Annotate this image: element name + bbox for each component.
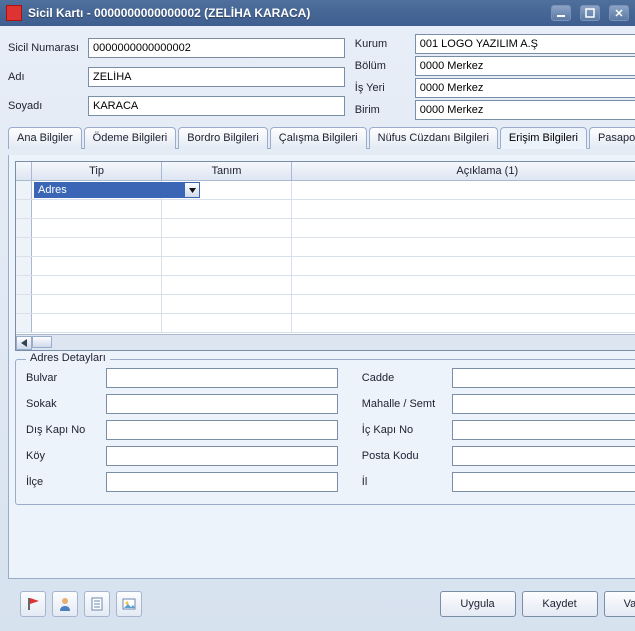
il-label: İl <box>362 476 452 488</box>
picture-button[interactable] <box>116 591 142 617</box>
flag-button[interactable] <box>20 591 46 617</box>
cancel-button[interactable]: Vazgeç <box>604 591 635 617</box>
grid-row[interactable] <box>16 276 635 295</box>
minimize-button[interactable] <box>551 5 571 21</box>
document-button[interactable] <box>84 591 110 617</box>
grid-row[interactable] <box>16 219 635 238</box>
tab-ana-bilgiler[interactable]: Ana Bilgiler <box>8 127 82 149</box>
document-icon <box>89 596 105 612</box>
koy-input[interactable] <box>106 446 338 466</box>
person-button[interactable] <box>52 591 78 617</box>
grid-row[interactable] <box>16 295 635 314</box>
address-right-col: Cadde Mahalle / Semt İç Kapı No Posta Ko… <box>362 368 635 492</box>
sicil-input[interactable] <box>88 38 345 58</box>
grid-row[interactable] <box>16 200 635 219</box>
bolum-label: Bölüm <box>355 60 415 72</box>
sokak-label: Sokak <box>26 398 106 410</box>
fieldset-legend: Adres Detayları <box>26 352 110 364</box>
grid-h-scrollbar[interactable] <box>16 334 635 350</box>
row-header[interactable] <box>16 181 32 199</box>
grid-row[interactable] <box>16 238 635 257</box>
ic-kapi-input[interactable] <box>452 420 635 440</box>
tanim-cell[interactable] <box>162 181 292 199</box>
ic-kapi-label: İç Kapı No <box>362 424 452 436</box>
tab-erisim-bilgileri[interactable]: Erişim Bilgileri <box>500 127 587 149</box>
aciklama-cell[interactable] <box>292 181 635 199</box>
grid-corner <box>16 162 32 180</box>
apply-button[interactable]: Uygula <box>440 591 516 617</box>
cadde-label: Cadde <box>362 372 452 384</box>
chevron-left-icon <box>21 339 27 347</box>
cadde-input[interactable] <box>452 368 635 388</box>
top-form-left: Sicil Numarası Adı Soyadı <box>8 34 345 120</box>
bottom-bar: Uygula Kaydet Vazgeç <box>8 585 635 623</box>
soyadi-label: Soyadı <box>8 100 88 112</box>
tab-odeme-bilgileri[interactable]: Ödeme Bilgileri <box>84 127 177 149</box>
grid-header: Tip Tanım Açıklama (1) <box>16 162 635 181</box>
mahalle-label: Mahalle / Semt <box>362 398 452 410</box>
sokak-input[interactable] <box>106 394 338 414</box>
person-icon <box>57 596 73 612</box>
birim-label: Birim <box>355 104 415 116</box>
ilce-input[interactable] <box>106 472 338 492</box>
tab-calisma-bilgileri[interactable]: Çalışma Bilgileri <box>270 127 367 149</box>
grid-header-tanim[interactable]: Tanım <box>162 162 292 180</box>
grid-header-tip[interactable]: Tip <box>32 162 162 180</box>
posta-label: Posta Kodu <box>362 450 452 462</box>
maximize-button[interactable] <box>580 5 600 21</box>
address-details-fieldset: Adres Detayları Bulvar Sokak Dış Kapı No… <box>15 359 635 505</box>
scroll-left-button[interactable] <box>16 336 32 350</box>
soyadi-input[interactable] <box>88 96 345 116</box>
registry-card-window: Sicil Kartı - 0000000000000002 (ZELİHA K… <box>0 0 635 631</box>
tabs: Ana Bilgiler Ödeme Bilgileri Bordro Bilg… <box>8 126 635 149</box>
mahalle-input[interactable] <box>452 394 635 414</box>
adi-label: Adı <box>8 71 88 83</box>
ilce-label: İlçe <box>26 476 106 488</box>
posta-input[interactable] <box>452 446 635 466</box>
tab-body: Tip Tanım Açıklama (1) <box>8 155 635 579</box>
picture-icon <box>121 596 137 612</box>
contact-grid: Tip Tanım Açıklama (1) <box>15 161 635 351</box>
app-icon <box>6 5 22 21</box>
koy-label: Köy <box>26 450 106 462</box>
top-form: Sicil Numarası Adı Soyadı Kurum Bölüm İş… <box>8 34 635 120</box>
isyeri-input[interactable] <box>415 78 635 98</box>
kurum-input[interactable] <box>415 34 635 54</box>
tab-pasaport-bilgileri[interactable]: Pasaport Bilgileri <box>589 127 635 149</box>
save-button[interactable]: Kaydet <box>522 591 598 617</box>
address-left-col: Bulvar Sokak Dış Kapı No Köy İlçe <box>26 368 338 492</box>
flag-icon <box>25 596 41 612</box>
dis-kapi-label: Dış Kapı No <box>26 424 106 436</box>
dis-kapi-input[interactable] <box>106 420 338 440</box>
isyeri-label: İş Yeri <box>355 82 415 94</box>
grid-row[interactable] <box>16 314 635 333</box>
sicil-label: Sicil Numarası <box>8 42 88 54</box>
kurum-label: Kurum <box>355 38 415 50</box>
scroll-thumb[interactable] <box>32 336 52 348</box>
tab-bordro-bilgileri[interactable]: Bordro Bilgileri <box>178 127 268 149</box>
scroll-track[interactable] <box>32 336 635 350</box>
il-input[interactable] <box>452 472 635 492</box>
birim-input[interactable] <box>415 100 635 120</box>
adi-input[interactable] <box>88 67 345 87</box>
window-title: Sicil Kartı - 0000000000000002 (ZELİHA K… <box>28 6 542 20</box>
grid-row[interactable] <box>16 257 635 276</box>
content-area: Sicil Numarası Adı Soyadı Kurum Bölüm İş… <box>0 26 635 631</box>
top-form-right: Kurum Bölüm İş Yeri Birim <box>355 34 635 120</box>
bolum-input[interactable] <box>415 56 635 76</box>
grid-header-aciklama[interactable]: Açıklama (1) <box>292 162 635 180</box>
grid-body <box>16 181 635 334</box>
titlebar[interactable]: Sicil Kartı - 0000000000000002 (ZELİHA K… <box>0 0 635 26</box>
main-column: Sicil Numarası Adı Soyadı Kurum Bölüm İş… <box>8 34 635 623</box>
tab-nufus-bilgileri[interactable]: Nüfus Cüzdanı Bilgileri <box>369 127 498 149</box>
bulvar-label: Bulvar <box>26 372 106 384</box>
close-button[interactable] <box>609 5 629 21</box>
grid-row[interactable] <box>16 181 635 200</box>
bulvar-input[interactable] <box>106 368 338 388</box>
